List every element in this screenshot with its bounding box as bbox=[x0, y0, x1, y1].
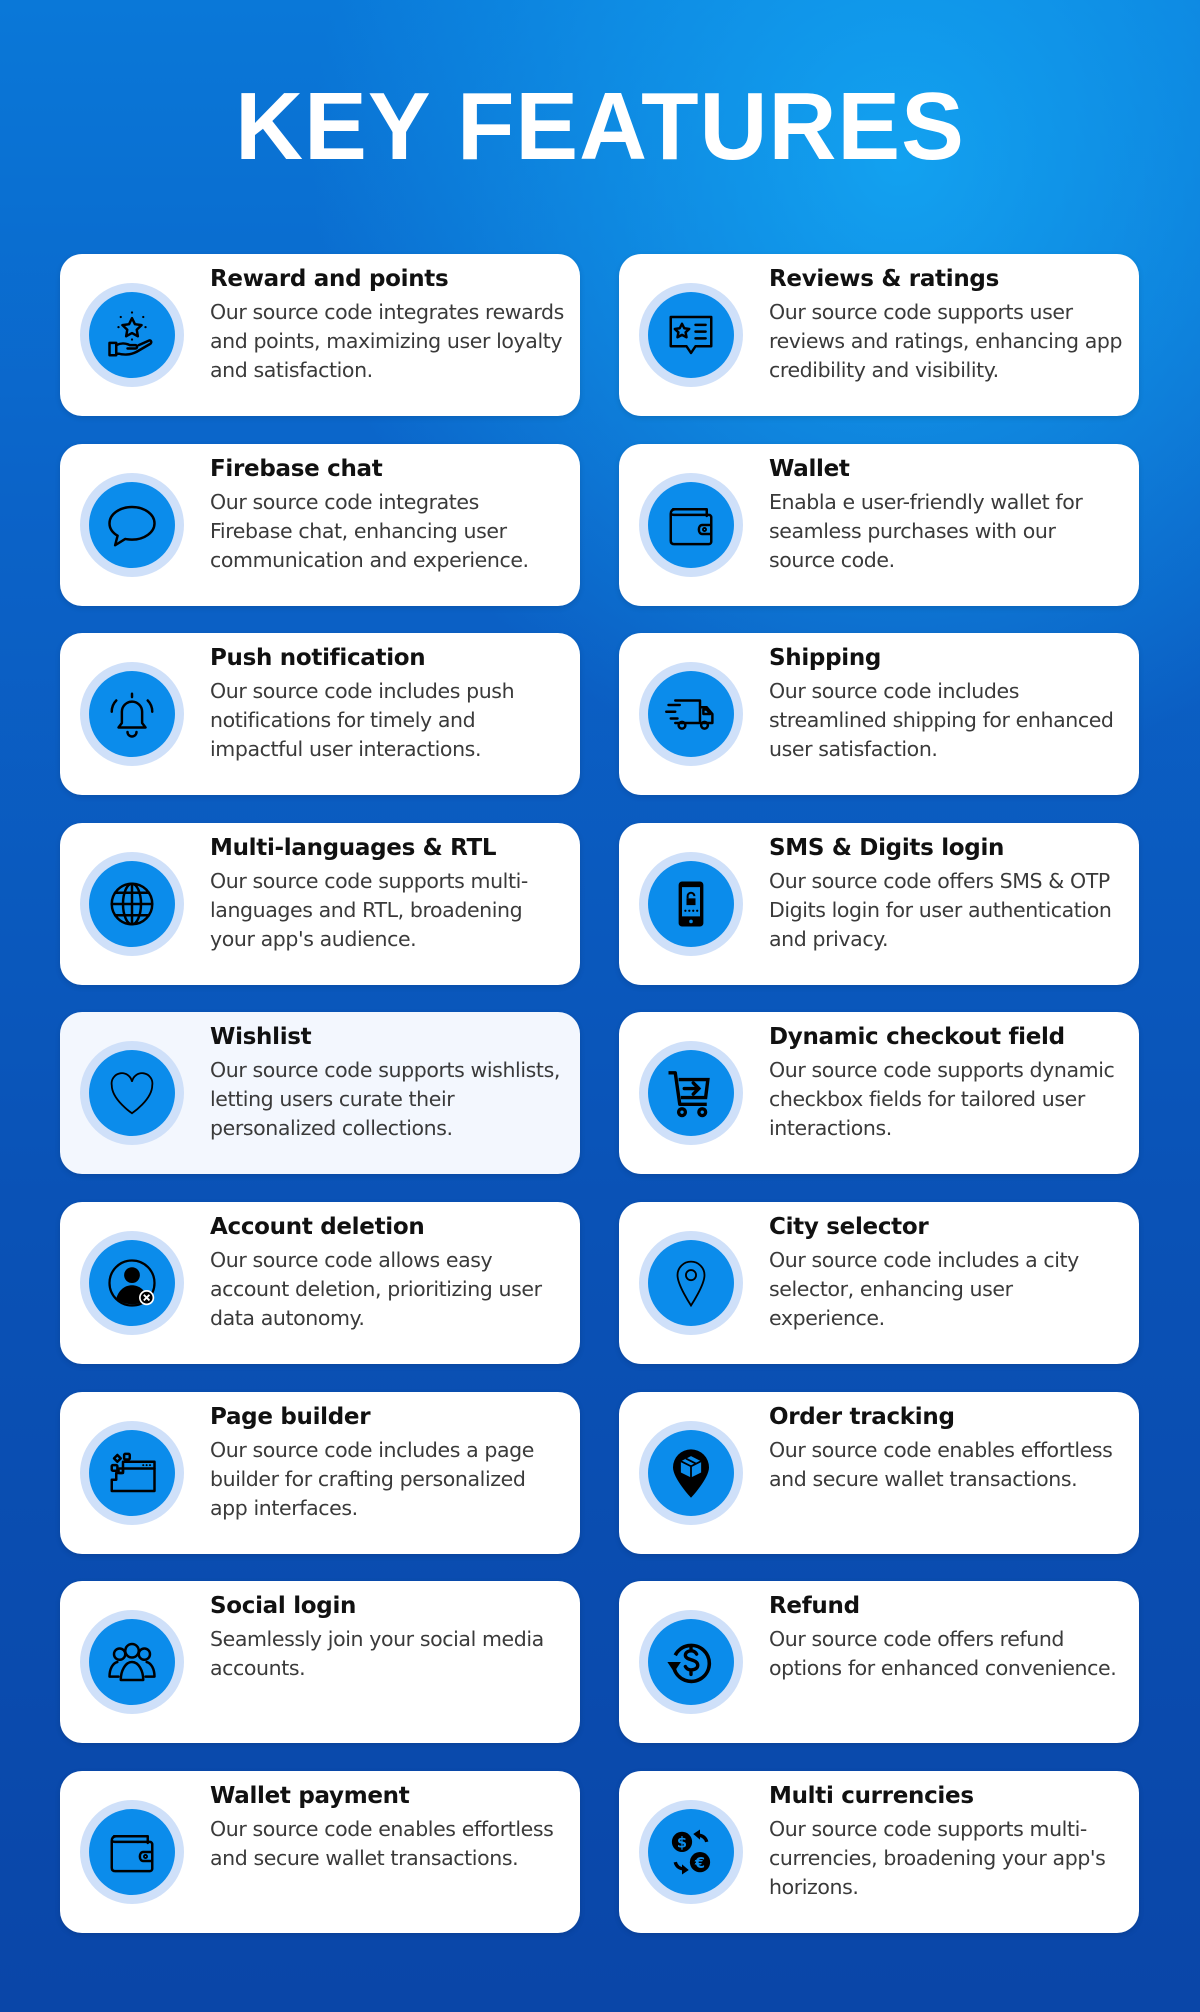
phone-lock-icon bbox=[648, 860, 734, 947]
feature-card: Wallet payment Our source code enables ef… bbox=[60, 1770, 580, 1933]
feature-card: Dynamic checkout field Our source code su… bbox=[619, 1012, 1139, 1175]
icon-ring bbox=[80, 662, 184, 767]
feature-description: Our source code includes streamlined shi… bbox=[769, 679, 1114, 762]
feature-title: Page builder bbox=[210, 1403, 371, 1430]
feature-card: Reward and points Our source code integra… bbox=[60, 254, 580, 416]
feature-title: SMS & Digits login bbox=[769, 834, 1005, 861]
cart-arrow-icon bbox=[648, 1050, 734, 1137]
feature-title: Wallet payment bbox=[210, 1782, 410, 1809]
feature-title: Social login bbox=[210, 1593, 357, 1620]
feature-description: Our source code offers SMS & OTP Digits … bbox=[769, 868, 1112, 951]
feature-card: Shipping Our source code includes streaml… bbox=[619, 633, 1139, 796]
feature-description: Our source code includes a page builder … bbox=[210, 1437, 534, 1520]
icon-ring bbox=[639, 851, 743, 956]
wallet-icon bbox=[648, 481, 734, 568]
currency-exchange-icon: $ € bbox=[648, 1808, 734, 1895]
icon-ring bbox=[639, 1610, 743, 1715]
icon-ring bbox=[80, 1799, 184, 1904]
refund-dollar-icon bbox=[648, 1619, 734, 1706]
feature-title: Multi currencies bbox=[769, 1782, 974, 1809]
icon-ring bbox=[80, 472, 184, 577]
user-remove-icon bbox=[89, 1240, 175, 1326]
feature-description: Our source code integrates rewards and p… bbox=[210, 300, 564, 382]
feature-card: Firebase chat Our source code integrates … bbox=[60, 443, 580, 606]
feature-card: Multi-languages & RTL Our source code sup… bbox=[60, 822, 580, 985]
wallet-icon bbox=[89, 1808, 175, 1895]
feature-title: Refund bbox=[769, 1593, 860, 1620]
feature-description: Our source code integrates Firebase chat… bbox=[210, 489, 529, 572]
feature-description: Our source code enables effortless and s… bbox=[769, 1437, 1113, 1491]
feature-card: City selector Our source code includes a … bbox=[619, 1202, 1139, 1364]
review-star-message-icon bbox=[648, 292, 734, 378]
feature-title: Wallet bbox=[769, 455, 850, 482]
feature-title: Wishlist bbox=[210, 1024, 312, 1051]
feature-card: Refund Our source code offers refund opti… bbox=[619, 1581, 1139, 1744]
feature-card: Wallet Enabla e user-friendly wallet for … bbox=[619, 443, 1139, 606]
reward-hand-star-icon bbox=[89, 292, 175, 378]
page-builder-icon bbox=[89, 1429, 175, 1516]
icon-ring bbox=[639, 662, 743, 767]
feature-title: Account deletion bbox=[210, 1214, 425, 1240]
feature-description: Our source code includes push notificati… bbox=[210, 679, 515, 762]
users-group-icon bbox=[89, 1619, 175, 1706]
feature-title: Order tracking bbox=[769, 1403, 955, 1430]
feature-title: Shipping bbox=[769, 645, 882, 672]
feature-description: Our source code supports wishlists, lett… bbox=[210, 1058, 560, 1141]
icon-ring bbox=[639, 1231, 743, 1335]
feature-title: Reward and points bbox=[210, 266, 449, 292]
globe-icon bbox=[89, 860, 175, 947]
location-box-icon bbox=[648, 1429, 734, 1516]
feature-description: Our source code supports user reviews an… bbox=[769, 300, 1123, 382]
heart-icon bbox=[89, 1050, 175, 1137]
feature-description: Our source code supports dynamic checkbo… bbox=[769, 1058, 1115, 1141]
feature-title: City selector bbox=[769, 1214, 929, 1240]
feature-title: Firebase chat bbox=[210, 455, 383, 482]
feature-card: Account deletion Our source code allows e… bbox=[60, 1202, 580, 1364]
feature-description: Our source code includes a city selector… bbox=[769, 1248, 1079, 1330]
icon-ring bbox=[80, 1610, 184, 1715]
feature-title: Push notification bbox=[210, 645, 426, 672]
feature-description: Our source code enables effortless and s… bbox=[210, 1816, 554, 1870]
icon-ring bbox=[639, 472, 743, 577]
feature-title: Dynamic checkout field bbox=[769, 1024, 1065, 1051]
feature-card: $ € Multi currencies Our source code suppor… bbox=[619, 1770, 1139, 1933]
map-pin-icon bbox=[648, 1240, 734, 1326]
feature-card: SMS & Digits login Our source code offers… bbox=[619, 822, 1139, 985]
icon-ring bbox=[80, 1041, 184, 1146]
feature-description: Our source code supports multi-languages… bbox=[210, 868, 528, 951]
feature-title: Reviews & ratings bbox=[769, 266, 999, 292]
bell-icon bbox=[89, 671, 175, 758]
feature-card: Wishlist Our source code supports wishlis… bbox=[60, 1012, 580, 1175]
icon-ring: $ € bbox=[639, 1799, 743, 1904]
icon-ring bbox=[80, 1420, 184, 1525]
feature-description: Our source code offers refund options fo… bbox=[769, 1627, 1117, 1681]
icon-ring bbox=[80, 1231, 184, 1335]
delivery-truck-icon bbox=[648, 671, 734, 758]
svg-text:$: $ bbox=[677, 1834, 687, 1851]
feature-card: Push notification Our source code include… bbox=[60, 633, 580, 796]
feature-description: Enabla e user-friendly wallet for seamle… bbox=[769, 489, 1083, 572]
feature-card: Social login Seamlessly join your social … bbox=[60, 1581, 580, 1744]
icon-ring bbox=[639, 283, 743, 387]
icon-ring bbox=[80, 283, 184, 387]
feature-description: Our source code allows easy account dele… bbox=[210, 1248, 542, 1330]
icon-ring bbox=[80, 851, 184, 956]
feature-description: Our source code supports multi-currencie… bbox=[769, 1816, 1106, 1899]
feature-card: Reviews & ratings Our source code support… bbox=[619, 254, 1139, 416]
page-title: KEY FEATURES bbox=[235, 73, 965, 180]
svg-text:€: € bbox=[694, 1855, 705, 1872]
feature-card: Order tracking Our source code enables ef… bbox=[619, 1391, 1139, 1554]
chat-bubble-icon bbox=[89, 481, 175, 568]
icon-ring bbox=[639, 1041, 743, 1146]
feature-title: Multi-languages & RTL bbox=[210, 834, 497, 861]
feature-description: Seamlessly join your social media accoun… bbox=[210, 1627, 544, 1681]
feature-card: Page builder Our source code includes a p… bbox=[60, 1391, 580, 1554]
icon-ring bbox=[639, 1420, 743, 1525]
